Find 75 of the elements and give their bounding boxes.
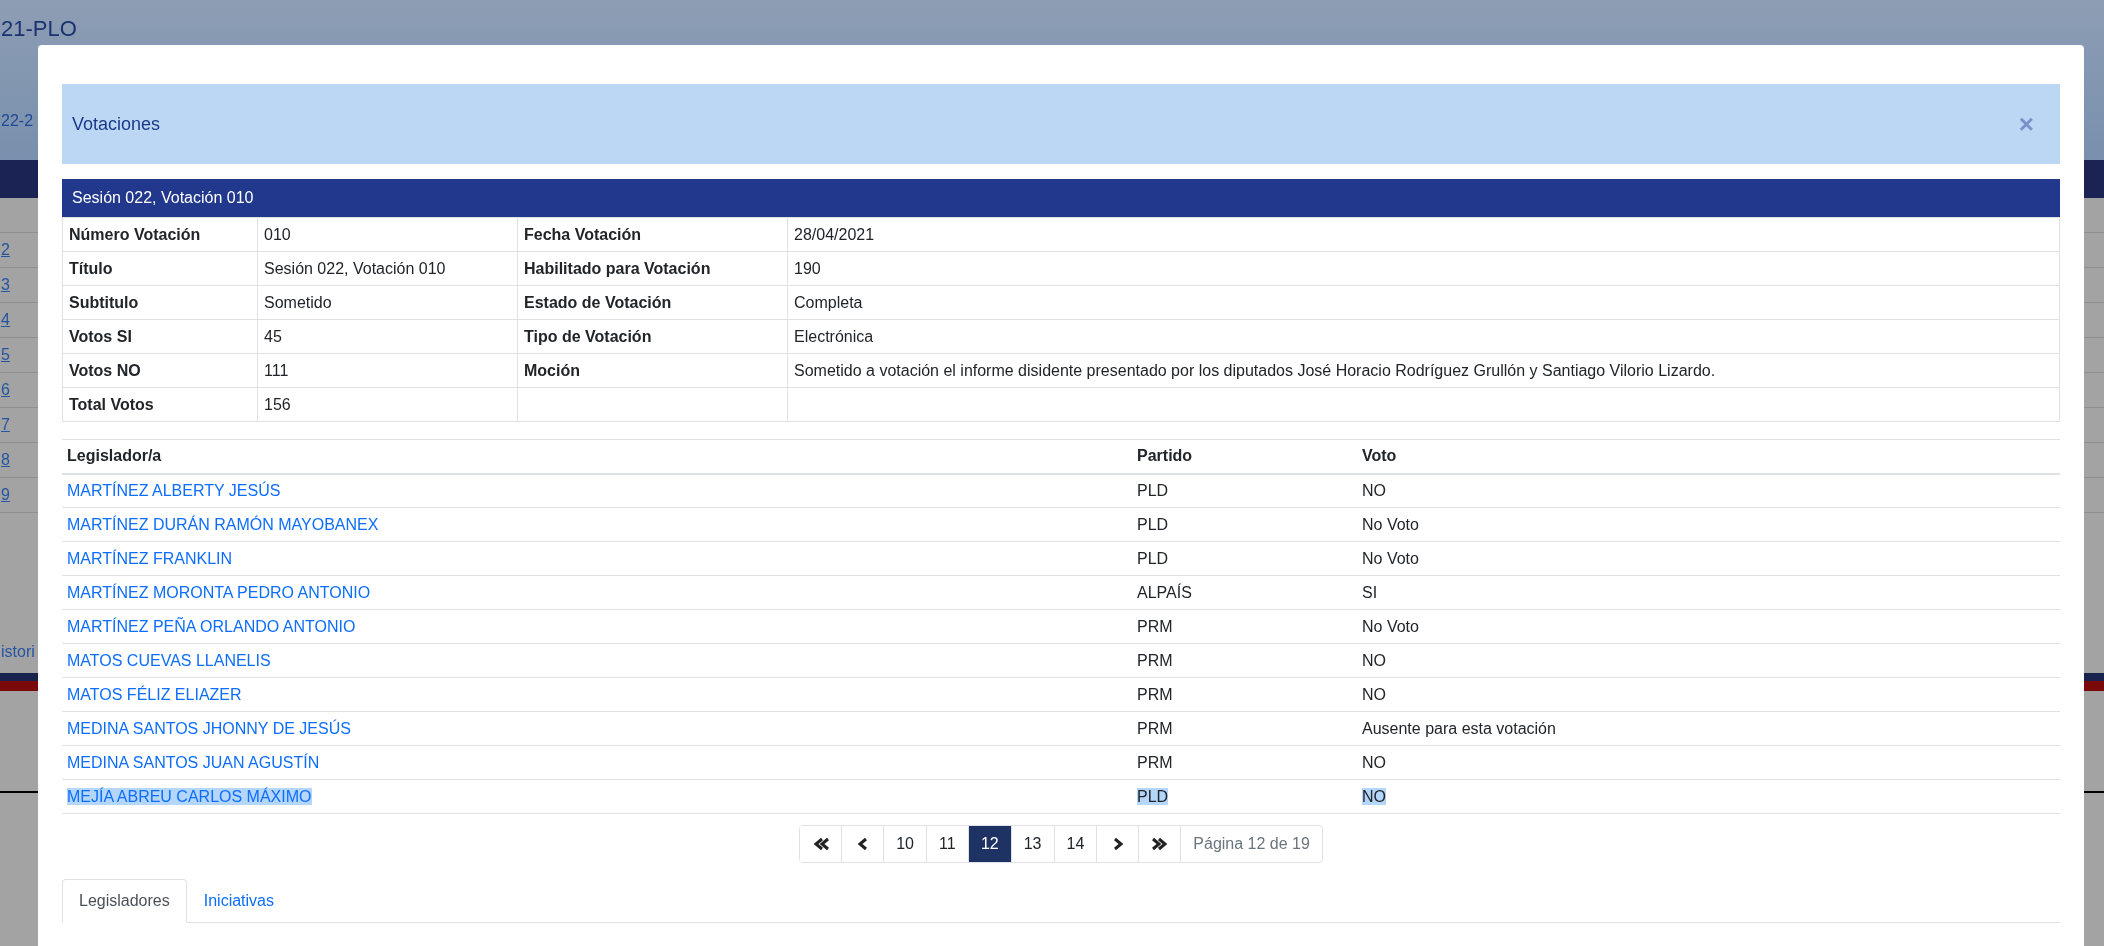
field-label: Título — [62, 251, 258, 286]
field-label: Tipo de Votación — [517, 319, 788, 354]
vote-text: NO — [1362, 651, 1386, 669]
field-label: Número Votación — [62, 217, 258, 252]
field-value: Completa — [787, 285, 2060, 320]
page-link[interactable]: 22-2 — [1, 112, 34, 130]
vote-text: NO — [1362, 753, 1386, 771]
vote-text: SI — [1362, 583, 1378, 601]
field-value: 28/04/2021 — [787, 217, 2060, 252]
page-link[interactable]: 4 — [1, 311, 10, 329]
legislator-link[interactable]: MARTÍNEZ MORONTA PEDRO ANTONIO — [67, 583, 371, 601]
field-value: Electrónica — [787, 319, 2060, 354]
page-link[interactable]: 5 — [1, 346, 10, 364]
legislator-link[interactable]: MEJÍA ABREU CARLOS MÁXIMO — [67, 787, 312, 805]
field-label: Habilitado para Votación — [517, 251, 788, 286]
column-header: Voto — [1357, 439, 2060, 474]
party-text: PLD — [1137, 549, 1169, 567]
double-chevron-right-icon — [1151, 836, 1168, 852]
vote-text: No Voto — [1362, 617, 1419, 635]
party-text: PLD — [1137, 787, 1169, 805]
page-link[interactable]: 6 — [1, 381, 10, 399]
party-text: ALPAÍS — [1137, 583, 1192, 601]
legislator-link[interactable]: MATOS CUEVAS LLANELIS — [67, 651, 271, 669]
page-link[interactable]: 8 — [1, 451, 10, 469]
tab[interactable]: Legisladores — [62, 879, 187, 923]
column-header: Legislador/a — [62, 439, 1132, 474]
vote-text: Ausente para esta votación — [1362, 719, 1556, 737]
legislator-link[interactable]: MEDINA SANTOS JHONNY DE JESÚS — [67, 719, 351, 737]
modal-title: Votaciones — [72, 113, 161, 135]
party-text: PLD — [1137, 515, 1169, 533]
legislator-link[interactable]: MATOS FÉLIZ ELIAZER — [67, 685, 242, 703]
page-link[interactable]: 9 — [1, 486, 10, 504]
legislator-link[interactable]: MARTÍNEZ PEÑA ORLANDO ANTONIO — [67, 617, 356, 635]
party-text: PRM — [1137, 651, 1173, 669]
field-value: 010 — [257, 217, 518, 252]
field-label: Fecha Votación — [517, 217, 788, 252]
party-text: PLD — [1137, 481, 1169, 499]
page-info: Página 12 de 19 — [1192, 834, 1311, 854]
field-value: 156 — [257, 387, 518, 422]
page-link[interactable]: 2 — [1, 241, 10, 259]
field-value: 111 — [257, 353, 518, 388]
field-label: Estado de Votación — [517, 285, 788, 320]
field-value: Sesión 022, Votación 010 — [257, 251, 518, 286]
field-label: Subtitulo — [62, 285, 258, 320]
field-value: Sometido a votación el informe disidente presentado por los diputados José Horacio Rodríguez Grullón y Santiago Vilorio Lizardo. — [787, 353, 2060, 388]
tab[interactable]: Iniciativas — [186, 879, 291, 923]
field-label: Votos NO — [62, 353, 258, 388]
party-text: PRM — [1137, 685, 1173, 703]
party-text: PRM — [1137, 753, 1173, 771]
vote-text: NO — [1362, 481, 1386, 499]
legislator-link[interactable]: MARTÍNEZ DURÁN RAMÓN MAYOBANEX — [67, 515, 379, 533]
party-text: PRM — [1137, 617, 1173, 635]
field-label: Total Votos — [62, 387, 258, 422]
field-value: Sometido — [257, 285, 518, 320]
page-link[interactable]: 7 — [1, 416, 10, 434]
column-header: Partido — [1132, 439, 1357, 474]
page-link[interactable]: istori — [1, 643, 35, 660]
field-value: 45 — [257, 319, 518, 354]
legislator-link[interactable]: MEDINA SANTOS JUAN AGUSTÍN — [67, 753, 320, 771]
double-chevron-left-icon — [812, 836, 829, 852]
legislator-link[interactable]: MARTÍNEZ ALBERTY JESÚS — [67, 481, 281, 499]
vote-text: NO — [1362, 685, 1386, 703]
field-label: Moción — [517, 353, 788, 388]
vote-text: NO — [1362, 787, 1386, 805]
page-title: 21-PLO — [1, 16, 77, 42]
party-text: PRM — [1137, 719, 1173, 737]
vote-text: No Voto — [1362, 515, 1419, 533]
field-value: 190 — [787, 251, 2060, 286]
session-header: Sesión 022, Votación 010 — [62, 179, 2060, 217]
page-button[interactable]: 12 — [968, 826, 1012, 862]
first-page-button[interactable] — [800, 826, 843, 862]
vote-text: No Voto — [1362, 549, 1419, 567]
legislator-link[interactable]: MARTÍNEZ FRANKLIN — [67, 549, 233, 567]
field-label: Votos SI — [62, 319, 258, 354]
page-link[interactable]: 3 — [1, 276, 10, 294]
